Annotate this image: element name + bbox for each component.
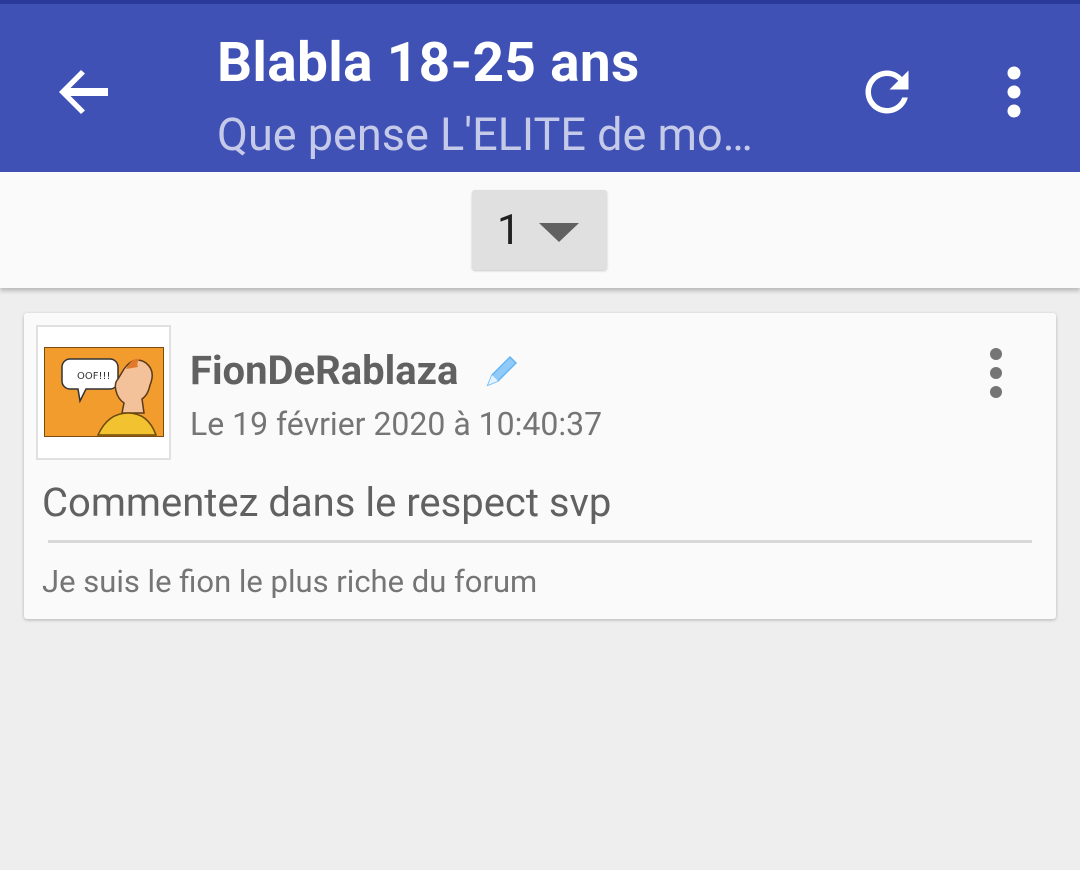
more-vert-icon: [990, 348, 1002, 398]
refresh-icon: [865, 70, 909, 114]
post-card: OOF!!! FionDeRablaza Le 19 février 2020 …: [24, 313, 1056, 619]
overflow-menu-button[interactable]: [990, 60, 1038, 124]
avatar-speech-text: OOF!!!: [77, 371, 111, 382]
topic-subtitle: Que pense L'ELITE de mo…: [217, 108, 753, 161]
post-signature: Je suis le fion le plus riche du forum: [42, 563, 538, 600]
page-title: Blabla 18-25 ans: [217, 31, 640, 95]
arrow-back-icon: [59, 70, 108, 114]
current-page-number: 1: [497, 206, 521, 255]
post-body: Commentez dans le respect svp: [42, 479, 612, 526]
pager-bar: 1: [0, 172, 1080, 288]
app-bar: Blabla 18-25 ans Que pense L'ELITE de mo…: [0, 0, 1080, 172]
avatar[interactable]: OOF!!!: [36, 325, 171, 460]
signature-divider: [48, 540, 1032, 543]
pencil-icon: [482, 351, 522, 391]
post-menu-button[interactable]: [976, 345, 1016, 401]
refresh-button[interactable]: [855, 60, 919, 124]
more-vert-icon: [1007, 66, 1021, 118]
post-author[interactable]: FionDeRablaza: [190, 347, 458, 394]
avatar-image: OOF!!!: [44, 347, 164, 437]
page-selector[interactable]: 1: [472, 190, 607, 270]
caret-down-icon: [539, 223, 579, 242]
back-button[interactable]: [52, 59, 116, 123]
post-date: Le 19 février 2020 à 10:40:37: [190, 405, 603, 443]
